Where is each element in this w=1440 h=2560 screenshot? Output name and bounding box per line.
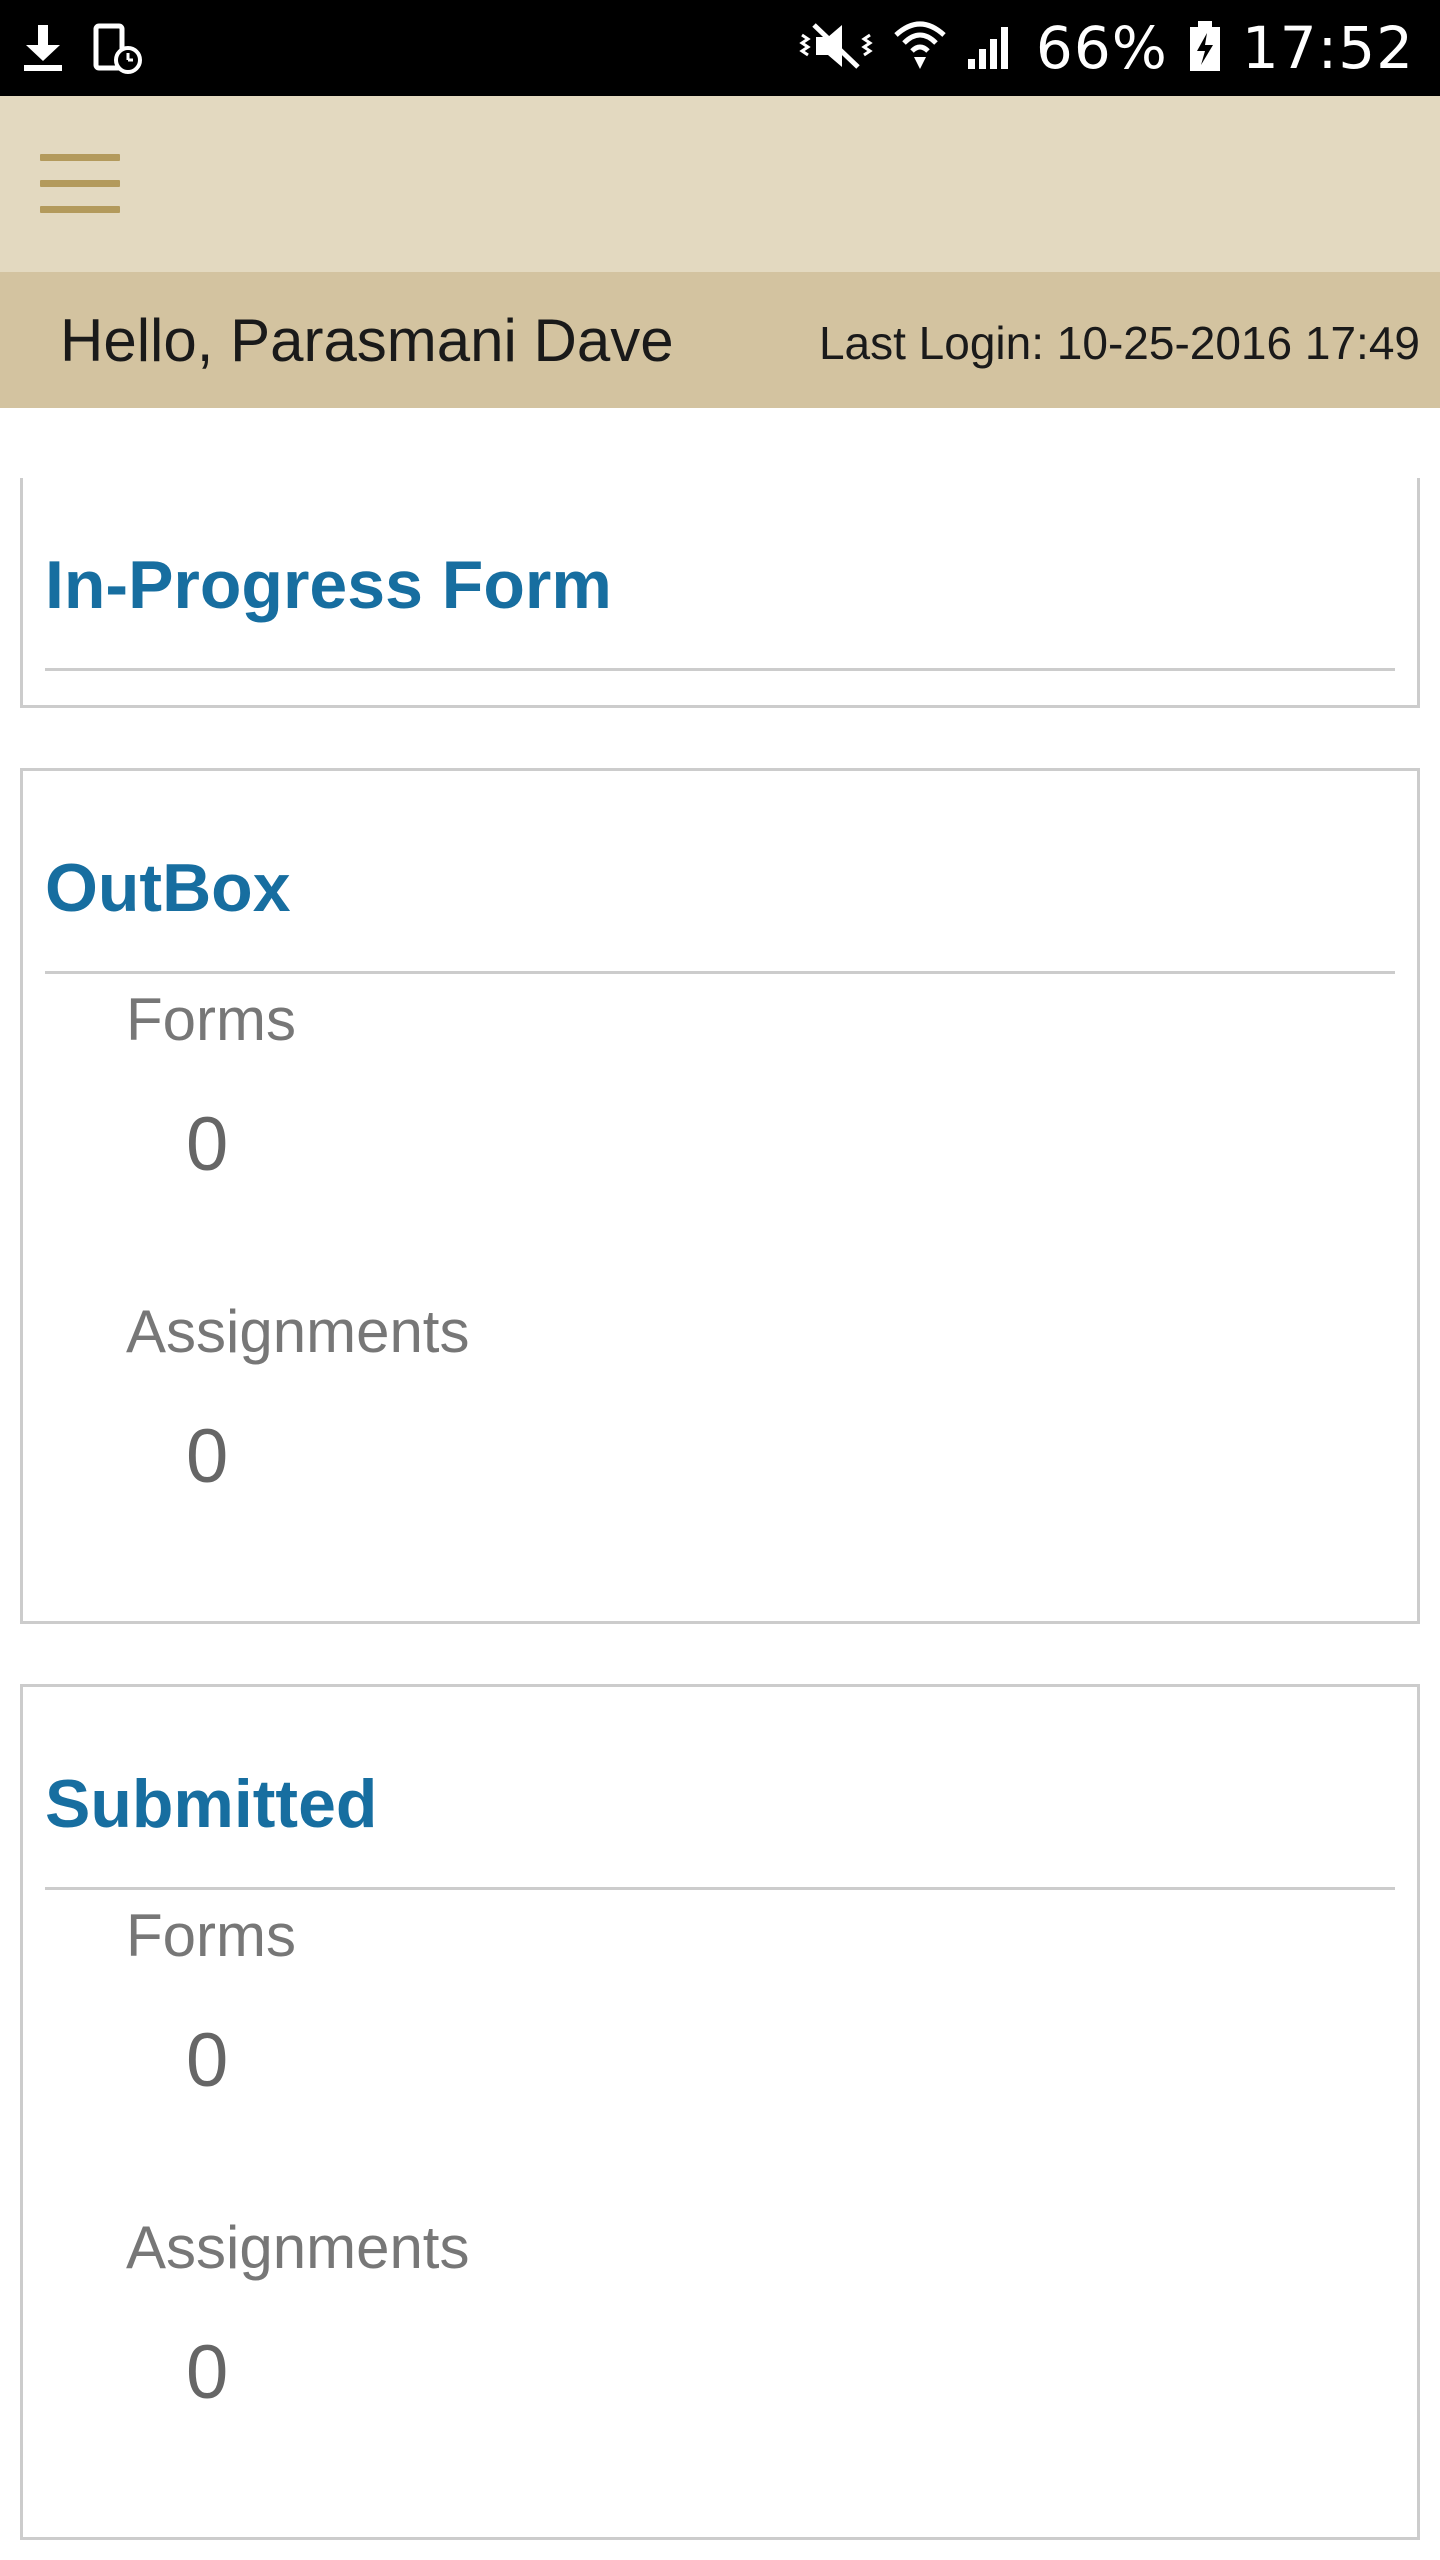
submitted-card[interactable]: Submitted Forms 0 Assignments 0: [20, 1684, 1420, 2540]
outbox-assignments-label: Assignments: [126, 1298, 470, 1365]
in-progress-card[interactable]: In-Progress Form: [20, 478, 1420, 708]
outbox-assignments-count[interactable]: 0: [186, 1413, 228, 1500]
welcome-bar: Hello, Parasmani Dave Last Login: 10-25-…: [0, 272, 1440, 408]
battery-charging-icon: [1188, 19, 1222, 78]
last-login-text: Last Login: 10-25-2016 17:49: [818, 317, 1420, 369]
outbox-title[interactable]: OutBox: [45, 849, 291, 927]
battery-percent: 66%: [1035, 14, 1168, 82]
card-divider: [45, 971, 1395, 974]
in-progress-title[interactable]: In-Progress Form: [45, 546, 612, 624]
submitted-assignments-label: Assignments: [126, 2214, 470, 2281]
signal-icon: [966, 21, 1016, 76]
outbox-forms-count[interactable]: 0: [186, 1101, 228, 1188]
outbox-card[interactable]: OutBox Forms 0 Assignments 0: [20, 768, 1420, 1624]
card-divider: [45, 1887, 1395, 1890]
submitted-forms-label: Forms: [126, 1902, 296, 1969]
vibrate-mute-icon: [798, 21, 874, 76]
greeting-text: Hello, Parasmani Dave: [60, 307, 674, 374]
device-clock-icon: [92, 22, 142, 79]
hamburger-menu-icon[interactable]: [40, 154, 120, 214]
submitted-title[interactable]: Submitted: [45, 1765, 377, 1843]
card-divider: [45, 668, 1395, 671]
submitted-forms-count[interactable]: 0: [186, 2017, 228, 2104]
clock: 17:52: [1241, 14, 1414, 82]
app-toolbar: [0, 96, 1440, 272]
download-icon: [20, 23, 66, 78]
wifi-icon: [894, 19, 946, 78]
submitted-assignments-count[interactable]: 0: [186, 2329, 228, 2416]
outbox-forms-label: Forms: [126, 986, 296, 1053]
status-bar: 66% 17:52: [0, 0, 1440, 96]
